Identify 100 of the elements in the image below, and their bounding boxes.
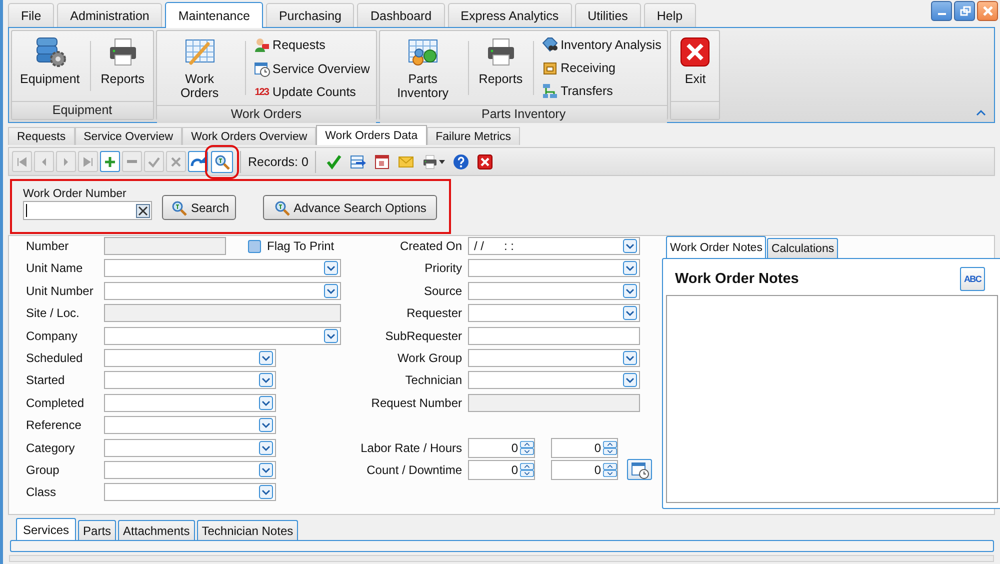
minimize-button[interactable] [931,1,952,21]
field-label: Category [26,440,76,455]
ribbon-button[interactable]: Inventory Analysis [540,36,664,54]
tab[interactable]: Requests [8,127,75,145]
dropdown-field[interactable] [104,371,276,390]
dropdown-field[interactable] [104,460,276,479]
menu-tab[interactable]: Maintenance [165,2,263,28]
print-dropdown[interactable] [422,154,446,170]
spinner-icon[interactable] [520,462,534,477]
search-icon [171,200,187,216]
ribbon-button[interactable]: Reports [474,33,527,103]
check-icon[interactable] [326,154,342,170]
dropdown-field[interactable] [104,438,276,457]
caret-icon [439,158,446,164]
dropdown-field[interactable] [468,304,640,322]
calendar-clock-button[interactable] [627,459,652,480]
field-label: Started [26,373,66,388]
field-label: Priority [424,261,462,276]
minimize-icon [938,13,946,15]
close-icon[interactable] [477,154,494,170]
dropdown-field[interactable] [468,348,640,367]
ribbon-button[interactable]: 123 Update Counts [252,84,372,100]
minus-icon [127,160,137,163]
field-label: Source [422,284,462,298]
ribbon-button[interactable]: Service Overview [252,60,372,78]
spell-check-button[interactable]: ABC [960,266,985,290]
restore-icon [958,4,972,18]
input-field[interactable] [468,326,640,345]
dropdown-field[interactable] [468,371,640,390]
help-icon[interactable] [453,154,470,170]
spinner-icon[interactable] [603,462,617,477]
search-icon [274,200,290,216]
dropdown-field[interactable]: / / : : [468,237,640,255]
dropdown-field[interactable] [104,394,276,412]
dropdown-field[interactable] [468,259,640,278]
field-label: Technician [404,373,462,388]
tab[interactable]: Attachments [118,520,195,540]
ribbon-button[interactable]: Transfers [540,82,664,100]
close-icon [980,4,994,18]
tab[interactable]: Calculations [767,238,838,258]
search-button[interactable]: Advance Search Options [263,195,437,220]
ribbon-button[interactable]: Reports [96,33,149,99]
ribbon-button[interactable]: Requests [252,36,372,54]
tab[interactable]: Work Orders Overview [182,127,316,145]
field-label: Unit Name [26,261,84,276]
tab[interactable]: Failure Metrics [426,127,520,145]
database-gear-icon [34,36,66,68]
menu-tab[interactable]: Administration [57,3,162,27]
menu-tab[interactable]: Help [644,3,696,27]
field-label: Created On [398,239,462,253]
field-label: Work Order Number [23,188,128,201]
calendar-icon[interactable] [374,154,390,170]
clear-icon[interactable] [136,204,150,218]
redo-button[interactable] [188,151,208,172]
field-label: Scheduled [26,350,84,365]
checkbox[interactable] [248,240,261,252]
dropdown-field[interactable] [104,348,276,367]
ribbon-button[interactable]: Parts Inventory [384,33,462,103]
ribbon-button[interactable]: Work Orders [160,33,239,103]
menu-tab[interactable]: Dashboard [357,3,445,27]
dropdown-field[interactable] [104,282,341,300]
field-label: Reference [26,418,82,432]
ribbon-button[interactable]: Receiving [540,58,664,77]
group-caption: Equipment [52,103,112,117]
field-label: Number [26,239,70,253]
tab[interactable]: Parts [78,520,116,540]
tab[interactable]: Work Order Notes [666,236,766,258]
tab[interactable]: Services [16,518,76,540]
dropdown-field[interactable] [104,416,276,434]
calendar-clock-icon [254,61,270,77]
search-field[interactable] [23,201,152,220]
plus-button[interactable] [100,151,120,172]
menu-tab[interactable]: File [8,3,54,27]
collapse-icon[interactable] [976,108,986,118]
tab[interactable]: Service Overview [74,127,182,145]
field-label: Completed [26,396,86,410]
splitter-handle[interactable] [9,555,994,562]
number-field[interactable]: 0 [551,460,618,480]
menu-tab[interactable]: Purchasing [266,3,354,27]
spinner-icon[interactable] [520,440,534,455]
close-button[interactable] [977,1,998,21]
number-field[interactable]: 0 [551,438,618,458]
dropdown-field[interactable] [468,282,640,300]
menu-tab[interactable]: Utilities [574,3,641,27]
number-field[interactable]: 0 [468,460,535,480]
person-icon [254,37,270,53]
tab[interactable]: Technician Notes [196,520,298,540]
menu-tab[interactable]: Express Analytics [448,3,572,27]
dropdown-field[interactable] [104,483,276,502]
search-button[interactable]: Search [162,195,236,220]
ribbon-button[interactable]: Equipment [16,33,84,99]
tab[interactable]: Work Orders Data [316,125,427,145]
field-label: Group [26,462,60,477]
dropdown-field[interactable] [104,259,341,278]
spinner-icon[interactable] [603,440,617,455]
counter-icon: 123 [254,86,270,98]
restore-button[interactable] [954,1,975,21]
ribbon-button[interactable]: Exit [675,33,716,99]
dropdown-field[interactable] [104,326,341,345]
number-field[interactable]: 0 [468,438,535,458]
